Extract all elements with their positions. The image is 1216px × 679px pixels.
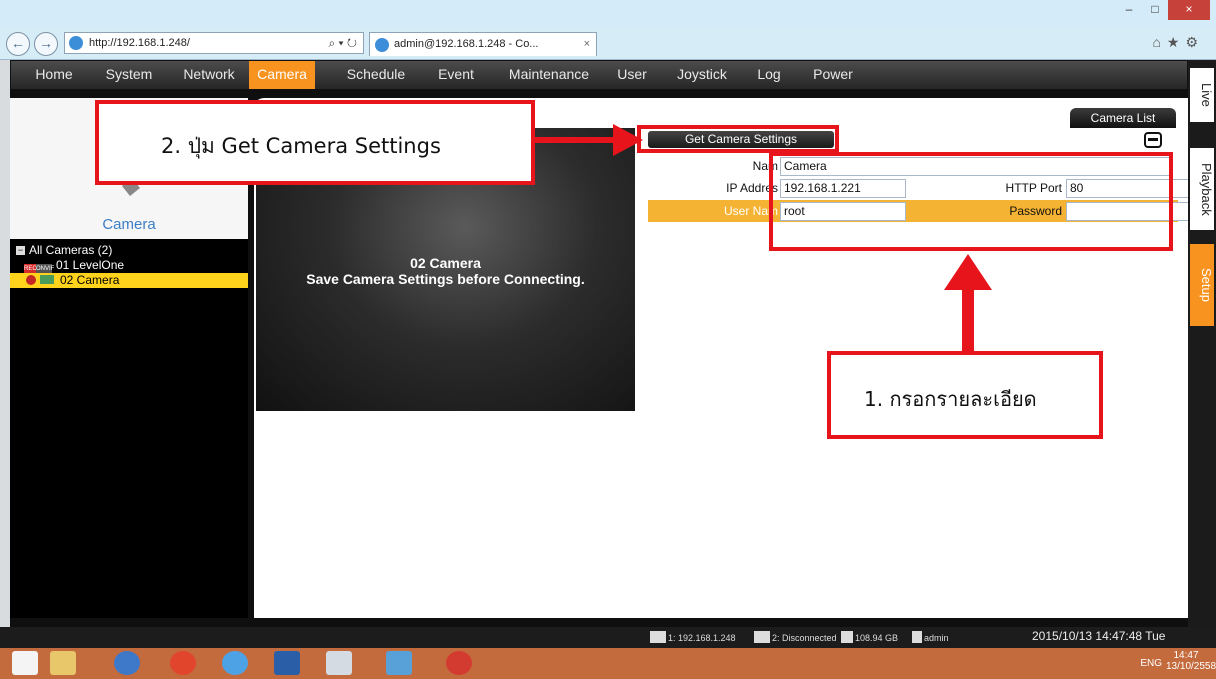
- start-button-icon[interactable]: [12, 651, 38, 675]
- menu-system[interactable]: System: [91, 61, 167, 89]
- menu-network[interactable]: Network: [171, 61, 247, 89]
- tree-root-label: All Cameras (2): [29, 243, 113, 257]
- tree-item-label: 01 LevelOne: [56, 258, 125, 272]
- disconnected-icon: [754, 631, 770, 643]
- tab-playback[interactable]: Playback: [1190, 148, 1214, 230]
- performance-monitor-icon[interactable]: [326, 651, 352, 675]
- ie-page-icon: [69, 36, 83, 50]
- control-panel-icon[interactable]: [386, 651, 412, 675]
- annotation-get-button-frame: [637, 125, 839, 153]
- menu-schedule[interactable]: Schedule: [335, 61, 417, 89]
- disk-status-text: 108.94 GB: [855, 633, 899, 643]
- minimize-button[interactable]: –: [1116, 0, 1142, 20]
- connection-status: 2: Disconnected: [754, 631, 837, 643]
- sidebar-title: Camera: [102, 216, 156, 233]
- browser-right-tools[interactable]: ⌂★⚙: [1152, 34, 1204, 51]
- tray-time[interactable]: 14:47: [1166, 650, 1206, 661]
- address-bar[interactable]: http://192.168.1.248/ ⌕ ▾ ↻: [64, 32, 364, 54]
- window-titlebar: – □ ×: [0, 0, 1216, 30]
- collapse-icon[interactable]: −: [16, 246, 25, 255]
- annotation-step2-box: 2. ปุ่ม Get Camera Settings: [95, 100, 535, 185]
- main-menu: Home System Network Camera Schedule Even…: [10, 60, 1188, 90]
- language-indicator[interactable]: ENG: [1140, 658, 1162, 669]
- annotation-step1-text: 1. กรอกรายละเอียด: [864, 387, 1037, 411]
- browser-tab[interactable]: admin@192.168.1.248 - Co... ×: [369, 32, 597, 56]
- menu-joystick[interactable]: Joystick: [667, 61, 737, 89]
- server-status: 1: 192.168.1.248: [650, 631, 736, 643]
- preview-message: Save Camera Settings before Connecting.: [306, 271, 585, 287]
- address-tools[interactable]: ⌕ ▾ ↻: [328, 33, 357, 53]
- system-tray: ENG 14:47 13/10/2558: [1140, 650, 1216, 672]
- tab-title: admin@192.168.1.248 - Co...: [394, 38, 539, 50]
- app-grid-icon[interactable]: [274, 651, 300, 675]
- camera-small-icon: [40, 275, 54, 284]
- tray-date[interactable]: 13/10/2558: [1166, 661, 1216, 672]
- chrome-icon[interactable]: [170, 651, 196, 675]
- annotation-step1-box: 1. กรอกรายละเอียด: [827, 351, 1103, 439]
- tree-root[interactable]: − All Cameras (2): [10, 243, 248, 258]
- datetime-display: 2015/10/13 14:47:48 Tue: [1032, 629, 1166, 643]
- maximize-button[interactable]: □: [1142, 0, 1168, 20]
- file-explorer-icon[interactable]: [50, 651, 76, 675]
- minimize-panel-icon[interactable]: [1144, 132, 1162, 148]
- monitor-icon: [650, 631, 666, 643]
- disk-status: 108.94 GB: [841, 631, 898, 643]
- record-app-icon[interactable]: [446, 651, 472, 675]
- tab-live[interactable]: Live: [1190, 68, 1214, 122]
- connection-status-text: 2: Disconnected: [772, 633, 837, 643]
- internet-explorer-icon[interactable]: [222, 651, 248, 675]
- user-status: admin: [912, 631, 949, 643]
- user-icon: [912, 631, 922, 643]
- windows-taskbar: ENG 14:47 13/10/2558: [0, 648, 1216, 679]
- close-window-button[interactable]: ×: [1168, 0, 1210, 20]
- annotation-arrow-up: [944, 254, 992, 352]
- error-icon: [26, 275, 36, 285]
- menu-log[interactable]: Log: [747, 61, 791, 89]
- tree-item-camera[interactable]: 02 Camera: [10, 273, 248, 288]
- tree-item-label: 02 Camera: [60, 273, 120, 287]
- menu-camera[interactable]: Camera: [249, 61, 315, 89]
- tree-item-levelone[interactable]: RECONVIF 01 LevelOne: [10, 258, 248, 275]
- menu-user[interactable]: User: [609, 61, 655, 89]
- disk-icon: [841, 631, 853, 643]
- annotation-step2-text: 2. ปุ่ม Get Camera Settings: [161, 134, 441, 158]
- status-bar: 1: 192.168.1.248 2: Disconnected 108.94 …: [0, 627, 1216, 648]
- menu-power[interactable]: Power: [803, 61, 863, 89]
- tab-close-icon[interactable]: ×: [584, 33, 590, 55]
- menu-home[interactable]: Home: [21, 61, 87, 89]
- app-globe-icon[interactable]: [114, 651, 140, 675]
- preview-camera-name: 02 Camera: [410, 255, 481, 271]
- camera-list-button[interactable]: Camera List: [1070, 108, 1176, 128]
- forward-button[interactable]: →: [34, 32, 58, 56]
- back-button[interactable]: ←: [6, 32, 30, 56]
- menu-event[interactable]: Event: [425, 61, 487, 89]
- browser-toolbar: ← → http://192.168.1.248/ ⌕ ▾ ↻ admin@19…: [0, 28, 1216, 60]
- side-tabs: Live Playback Setup: [1188, 60, 1216, 627]
- menu-maintenance[interactable]: Maintenance: [497, 61, 601, 89]
- ie-tab-icon: [375, 38, 389, 52]
- address-url: http://192.168.1.248/: [89, 37, 190, 49]
- annotation-arrow-right: [535, 124, 643, 156]
- window-controls: – □ ×: [1116, 0, 1210, 20]
- tab-setup[interactable]: Setup: [1190, 244, 1214, 326]
- annotation-form-frame: [769, 152, 1173, 251]
- camera-tree: − All Cameras (2) RECONVIF 01 LevelOne 02 …: [10, 239, 248, 618]
- server-status-text: 1: 192.168.1.248: [668, 633, 736, 643]
- user-status-text: admin: [924, 633, 949, 643]
